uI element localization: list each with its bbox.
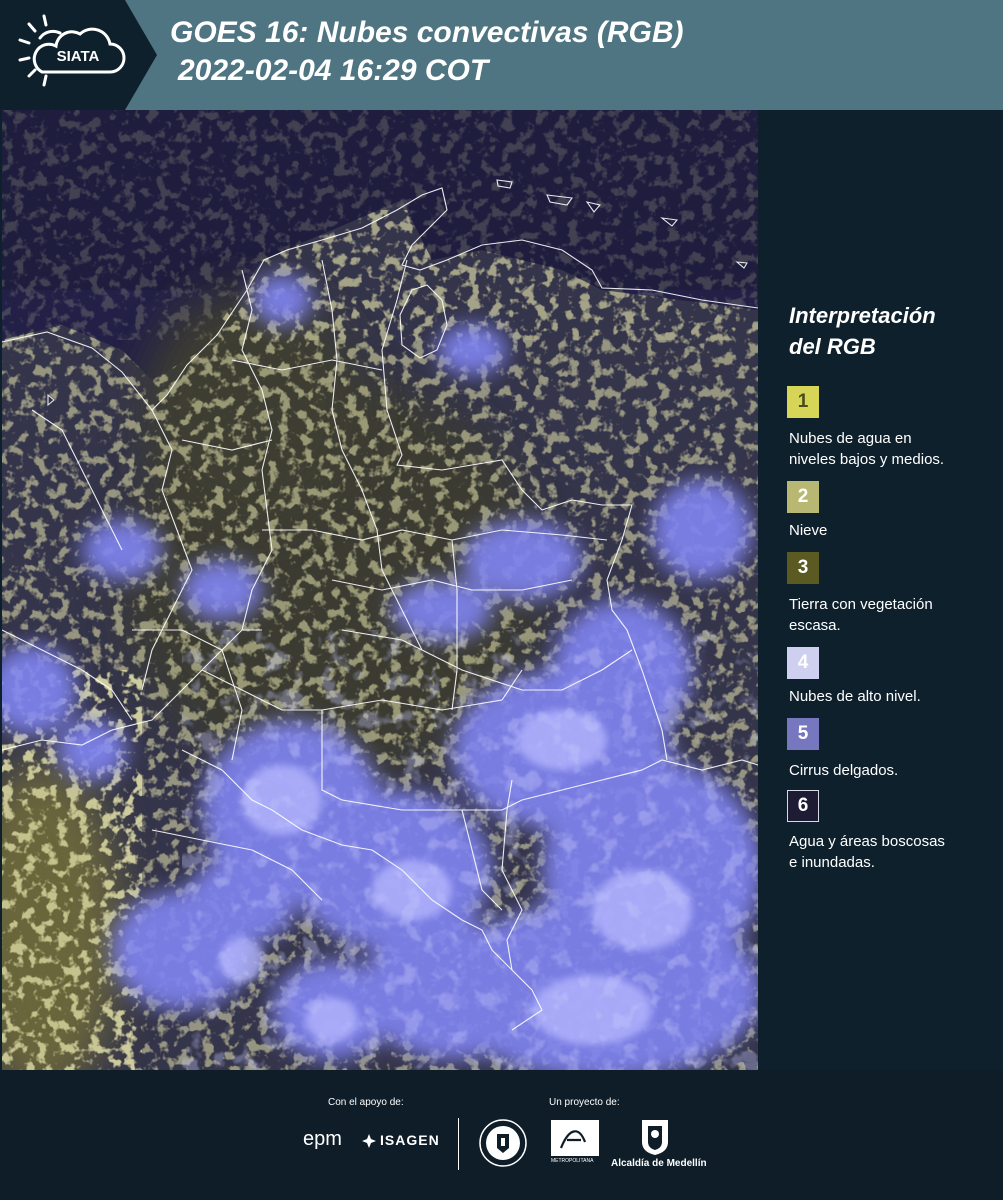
legend-label-6-line2: e inundadas. [789, 854, 875, 871]
medellin-seal-icon [479, 1119, 527, 1167]
legend-title-line2: del RGB [789, 334, 876, 359]
legend-label-1-line1: Nubes de agua en [789, 430, 912, 447]
area-metropolitana-label: METROPOLITANA [551, 1158, 594, 1164]
page-timestamp: 2022-02-04 16:29 COT [178, 54, 489, 87]
isagen-star-icon [362, 1134, 376, 1148]
support-label: Con el apoyo de: [328, 1097, 404, 1108]
page-title: GOES 16: Nubes convectivas (RGB) [170, 16, 684, 49]
footer-divider [458, 1118, 459, 1170]
legend-swatch-4: 4 [787, 647, 819, 679]
legend-label-1: Nubes de agua en niveles bajos y medios. [789, 428, 994, 470]
area-metropolitana-logo-icon [551, 1120, 599, 1156]
project-label: Un proyecto de: [549, 1097, 620, 1108]
legend-swatch-5: 5 [787, 718, 819, 750]
legend-label-6-line1: Agua y áreas boscosas [789, 833, 945, 850]
legend-title-line1: Interpretación [789, 303, 936, 328]
logo-label: SIATA [57, 48, 100, 65]
legend-swatch-6: 6 [787, 790, 819, 822]
header-bar: SIATA GOES 16: Nubes convectivas (RGB) 2… [0, 0, 1003, 110]
legend-label-2: Nieve [789, 522, 828, 539]
legend-swatch-2: 2 [787, 481, 819, 513]
siata-logo: SIATA [0, 0, 157, 110]
legend-label-3: Tierra con vegetación escasa. [789, 594, 994, 636]
legend-label-3-line2: escasa. [789, 617, 841, 634]
legend-label-4: Nubes de alto nivel. [789, 688, 921, 705]
isagen-logo: ISAGEN [380, 1132, 440, 1148]
legend-label-1-line2: niveles bajos y medios. [789, 451, 945, 468]
legend-label-5: Cirrus delgados. [789, 762, 899, 779]
alcaldia-shield-icon [642, 1120, 668, 1155]
legend-title: Interpretación del RGB [789, 300, 989, 362]
legend-label-6: Agua y áreas boscosas e inundadas. [789, 831, 994, 873]
legend-swatch-1: 1 [787, 386, 819, 418]
legend-label-3-line1: Tierra con vegetación [789, 596, 933, 613]
epm-logo: epm [303, 1128, 342, 1150]
satellite-map [2, 110, 758, 1070]
alcaldia-medellin-label: Alcaldía de Medellín [611, 1158, 707, 1169]
legend-swatch-3: 3 [787, 552, 819, 584]
